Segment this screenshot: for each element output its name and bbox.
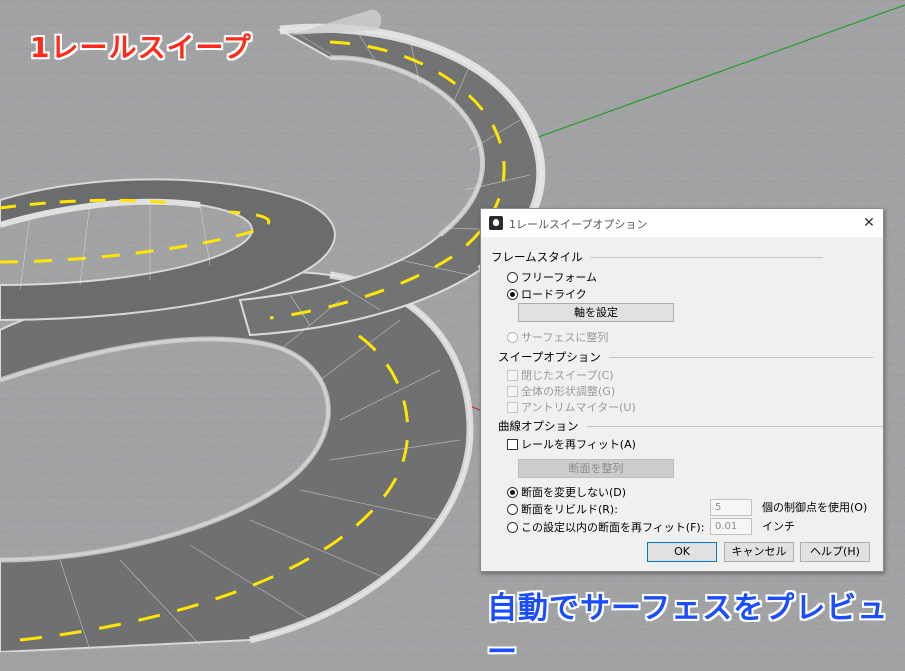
dialog-title: 1レールスイープオプション bbox=[509, 218, 648, 231]
radio-button[interactable] bbox=[507, 521, 518, 533]
check-untrimmed-miters[interactable]: アントリムマイター(U) bbox=[507, 399, 636, 415]
radio-do-not-change-label: 断面を変更しない(D) bbox=[521, 486, 627, 499]
check-global-shape-label: 全体の形状調整(G) bbox=[521, 385, 616, 398]
radio-rebuild-label: 断面をリビルド(R): bbox=[521, 503, 618, 516]
set-axis-button[interactable]: 軸を設定 bbox=[518, 303, 674, 322]
radio-roadlike[interactable]: ロードライク bbox=[507, 286, 587, 302]
rhino-app-icon bbox=[489, 216, 503, 230]
check-closed-sweep[interactable]: 閉じたスイープ(C) bbox=[507, 367, 614, 383]
check-refit-rail-label: レールを再フィット(A) bbox=[521, 438, 636, 451]
divider bbox=[590, 256, 823, 258]
cancel-button[interactable]: キャンセル bbox=[724, 542, 794, 562]
align-cross-sections-button[interactable]: 断面を整列 bbox=[518, 459, 674, 478]
sweep1-options-dialog: 1レールスイープオプション ✕ フレームスタイル フリーフォーム ロードライク … bbox=[480, 208, 884, 572]
radio-button-disabled[interactable] bbox=[507, 331, 518, 343]
divider bbox=[586, 425, 883, 427]
radio-refit-within-label: この設定以内の断面を再フィット(F): bbox=[521, 521, 705, 534]
radio-freeform-label: フリーフォーム bbox=[521, 271, 598, 284]
radio-align-surface-label: サーフェスに整列 bbox=[521, 331, 609, 344]
check-global-shape[interactable]: 全体の形状調整(G) bbox=[507, 383, 615, 399]
checkbox-disabled[interactable] bbox=[507, 369, 518, 381]
ok-button[interactable]: OK bbox=[647, 542, 717, 562]
radio-freeform[interactable]: フリーフォーム bbox=[507, 269, 597, 285]
sweep-options-header: スイープオプション bbox=[498, 349, 873, 365]
caption-preview: 自動でサーフェスをプレビュー bbox=[487, 591, 889, 670]
help-button[interactable]: ヘルプ(H) bbox=[800, 542, 870, 562]
curve-options-header: 曲線オプション bbox=[498, 418, 883, 434]
radio-button-selected[interactable] bbox=[507, 486, 518, 498]
divider bbox=[608, 356, 873, 358]
radio-button[interactable] bbox=[507, 503, 518, 515]
frame-style-label: フレームスタイル bbox=[491, 250, 583, 264]
checkbox-disabled[interactable] bbox=[507, 401, 518, 413]
check-closed-sweep-label: 閉じたスイープ(C) bbox=[521, 369, 614, 382]
check-refit-rail[interactable]: レールを再フィット(A) bbox=[507, 436, 636, 452]
radio-do-not-change[interactable]: 断面を変更しない(D) bbox=[507, 484, 626, 500]
refit-tolerance-field[interactable]: 0.01 bbox=[710, 518, 752, 535]
curve-options-label: 曲線オプション bbox=[498, 419, 579, 433]
radio-align-surface[interactable]: サーフェスに整列 bbox=[507, 329, 608, 345]
rebuild-unit-label: 個の制御点を使用(O) bbox=[762, 501, 868, 514]
radio-button-selected[interactable] bbox=[507, 288, 518, 300]
close-icon[interactable]: ✕ bbox=[855, 209, 883, 237]
radio-refit-within[interactable]: この設定以内の断面を再フィット(F): bbox=[507, 519, 704, 535]
dialog-titlebar[interactable]: 1レールスイープオプション ✕ bbox=[481, 209, 883, 237]
radio-button[interactable] bbox=[507, 271, 518, 283]
sweep-options-label: スイープオプション bbox=[498, 350, 601, 364]
frame-style-header: フレームスタイル bbox=[491, 249, 823, 265]
radio-roadlike-label: ロードライク bbox=[521, 288, 587, 301]
checkbox[interactable] bbox=[507, 438, 518, 450]
check-untrimmed-miters-label: アントリムマイター(U) bbox=[521, 401, 636, 414]
refit-unit-label: インチ bbox=[762, 520, 795, 533]
checkbox-disabled[interactable] bbox=[507, 385, 518, 397]
radio-rebuild[interactable]: 断面をリビルド(R): bbox=[507, 501, 618, 517]
caption-title: 1レールスイープ bbox=[30, 31, 252, 64]
rebuild-points-field[interactable]: 5 bbox=[710, 499, 752, 516]
